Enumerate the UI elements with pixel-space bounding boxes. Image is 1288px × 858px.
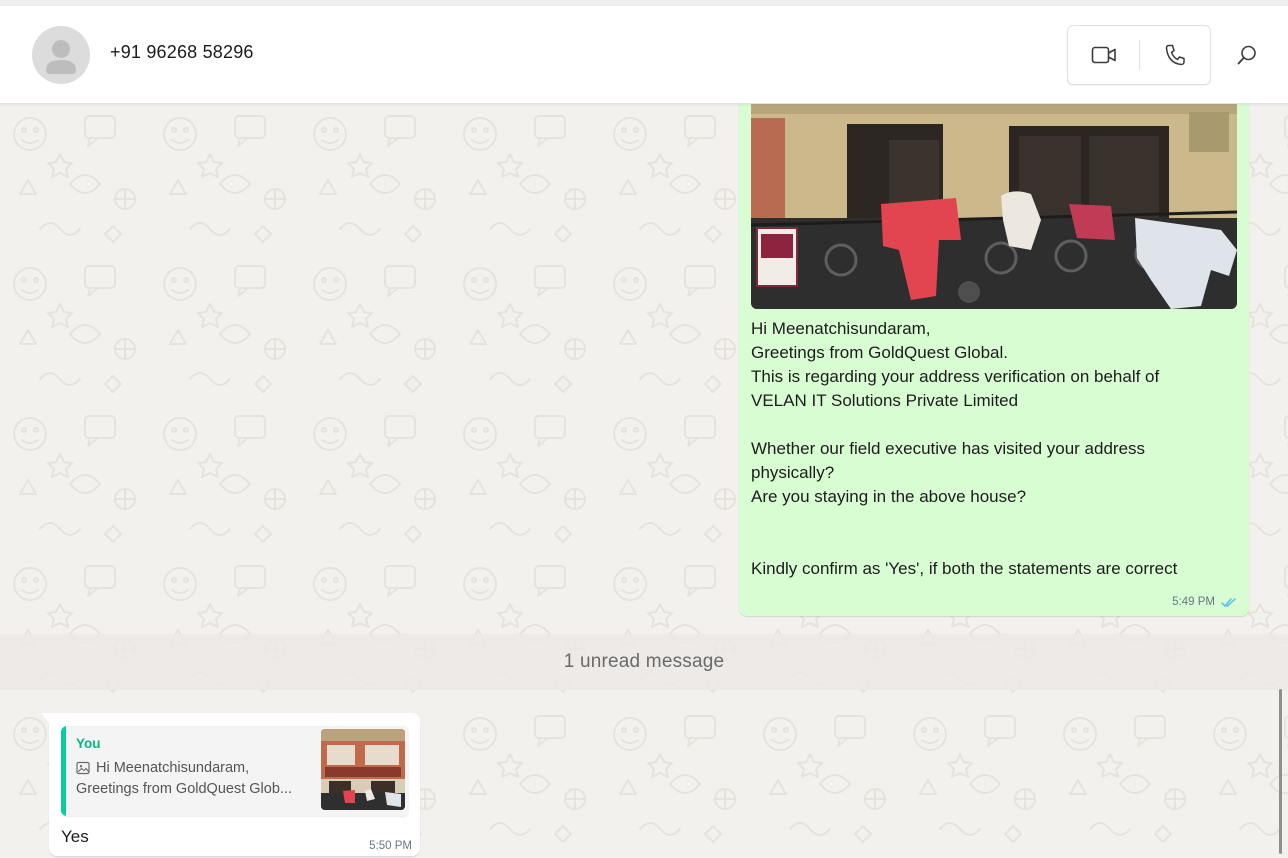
quote-thumbnail bbox=[321, 729, 405, 810]
quote-thumbnail-image bbox=[321, 729, 405, 810]
quoted-message[interactable]: You Hi Meenatchisundaram, Greetings from… bbox=[61, 726, 409, 816]
search-button[interactable] bbox=[1228, 36, 1266, 74]
chat-area[interactable]: Hi Meenatchisundaram, Greetings from Gol… bbox=[0, 104, 1288, 858]
message-line: Greetings from GoldQuest Global. bbox=[751, 343, 1009, 362]
voice-call-button[interactable] bbox=[1139, 26, 1210, 84]
outgoing-message-bubble[interactable]: Hi Meenatchisundaram, Greetings from Gol… bbox=[739, 104, 1249, 616]
quote-preview-line: Hi Meenatchisundaram, bbox=[76, 760, 249, 776]
whatsapp-chat-window: +91 96268 58296 Hi Meenatchisundaram, Gr… bbox=[0, 0, 1288, 858]
outgoing-message-meta: 5:49 PM bbox=[1172, 596, 1237, 608]
contact-name[interactable]: +91 96268 58296 bbox=[110, 42, 254, 63]
video-camera-icon bbox=[1091, 46, 1116, 64]
message-line: Are you staying in the above house? bbox=[751, 487, 1027, 506]
chat-header: +91 96268 58296 bbox=[0, 6, 1288, 104]
message-line: This is regarding your address verificat… bbox=[751, 367, 1160, 386]
quote-accent-bar bbox=[61, 726, 66, 816]
message-line: Hi Meenatchisundaram, bbox=[751, 319, 931, 338]
chat-scrollbar[interactable] bbox=[1279, 689, 1282, 854]
quote-author: You bbox=[76, 736, 101, 751]
quote-text-line2: Greetings from GoldQuest Glob... bbox=[76, 781, 292, 797]
outgoing-message-time: 5:49 PM bbox=[1172, 596, 1215, 608]
message-line: physically? bbox=[751, 463, 835, 482]
house-photo-image bbox=[751, 104, 1237, 309]
incoming-message-text: Yes bbox=[61, 827, 89, 846]
unread-divider-text: 1 unread message bbox=[563, 651, 725, 672]
video-call-button[interactable] bbox=[1068, 26, 1139, 84]
quote-text-line1: Hi Meenatchisundaram, bbox=[96, 760, 250, 776]
phone-icon bbox=[1165, 44, 1185, 66]
message-line: Whether our field executive has visited … bbox=[751, 439, 1146, 458]
message-line: VELAN IT Solutions Private Limited bbox=[751, 391, 1019, 410]
call-button-group bbox=[1067, 25, 1211, 85]
outgoing-message-text: Hi Meenatchisundaram, Greetings from Gol… bbox=[751, 317, 1241, 581]
house-photo[interactable] bbox=[751, 104, 1237, 309]
search-icon bbox=[1237, 45, 1256, 65]
person-icon bbox=[46, 40, 76, 74]
incoming-message-time: 5:50 PM bbox=[369, 840, 412, 852]
image-icon bbox=[76, 761, 90, 775]
message-line: Kindly confirm as 'Yes', if both the sta… bbox=[751, 559, 1178, 578]
bubble-tail bbox=[41, 713, 49, 723]
incoming-message-bubble[interactable]: You Hi Meenatchisundaram, Greetings from… bbox=[41, 713, 420, 856]
unread-divider: 1 unread message bbox=[0, 634, 1288, 690]
contact-avatar[interactable] bbox=[32, 26, 90, 84]
double-check-icon bbox=[1221, 597, 1236, 607]
